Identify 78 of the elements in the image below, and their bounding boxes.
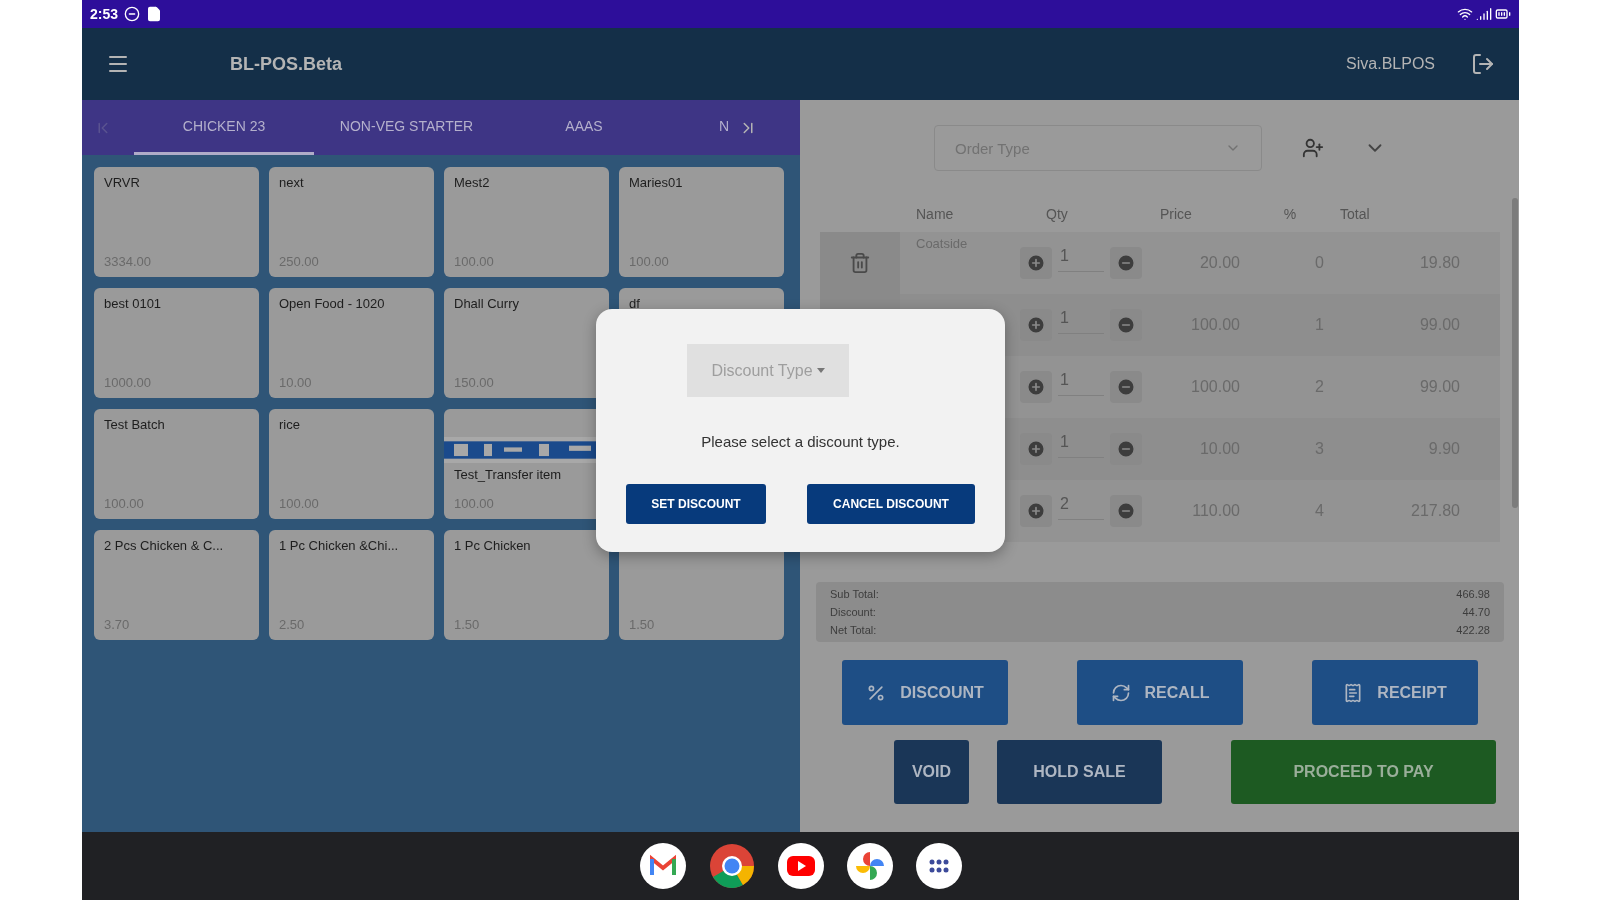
summary-label: Net Total: — [830, 624, 877, 636]
product-name: 1 Pc Chicken — [454, 538, 531, 553]
decrease-button[interactable] — [1110, 309, 1142, 341]
browser-icon[interactable] — [707, 842, 756, 890]
column-header: Name — [915, 206, 955, 222]
receipt-icon — [1343, 682, 1364, 703]
signal-icon — [1476, 6, 1492, 22]
column-header: % — [1282, 206, 1298, 222]
add-customer-icon[interactable] — [1302, 137, 1324, 159]
product-name: Test_Transfer item — [454, 467, 562, 482]
category-tab[interactable]: CHICKEN 23 — [134, 100, 314, 155]
plus-icon — [1026, 253, 1046, 273]
minus-icon — [1116, 377, 1136, 397]
product-name: Open Food - 1020 — [279, 296, 385, 311]
product-name: 1 Pc Chicken &Chi... — [279, 538, 399, 553]
decrease-button[interactable] — [1110, 495, 1142, 527]
summary-value: 44.70 — [1462, 606, 1490, 618]
increase-button[interactable] — [1020, 495, 1052, 527]
decrease-button[interactable] — [1110, 433, 1142, 465]
decrease-button[interactable] — [1110, 247, 1142, 279]
product-name: VRVR — [104, 175, 140, 190]
app-title: BL-POS.Beta — [230, 53, 344, 75]
cancel-discount-button[interactable]: CANCEL DISCOUNT — [807, 484, 975, 524]
product-name: Mest2 — [454, 175, 490, 190]
increase-button[interactable] — [1020, 371, 1052, 403]
minus-icon — [1116, 439, 1136, 459]
minus-icon — [1116, 315, 1136, 335]
caret-icon — [816, 368, 825, 373]
action-button[interactable]: VOID — [894, 740, 969, 804]
play-icon[interactable] — [776, 842, 825, 890]
plus-icon — [1026, 315, 1046, 335]
clock-time: 2:53 — [90, 6, 119, 22]
recall-button[interactable]: RECALL — [1077, 660, 1243, 725]
summary-value: 466.98 — [1456, 588, 1490, 600]
plus-icon — [1026, 501, 1046, 521]
pinwheel-icon[interactable] — [845, 842, 894, 890]
product-name: rice — [279, 417, 300, 432]
plus-icon — [1026, 439, 1046, 459]
product-name: Maries01 — [629, 175, 683, 190]
product-name: Test Batch — [104, 417, 165, 432]
column-header: Price — [1160, 206, 1193, 222]
app-grid-icon[interactable] — [914, 842, 963, 890]
plus-icon — [1026, 377, 1046, 397]
category-tab[interactable]: AAAS — [499, 100, 669, 155]
decrease-button[interactable] — [1110, 371, 1142, 403]
product-name: df — [629, 296, 640, 311]
sd-card-icon — [146, 6, 163, 22]
product-name: next — [279, 175, 304, 190]
set-discount-button[interactable]: SET DISCOUNT — [626, 484, 766, 524]
dialog-message: Please select a discount type. — [701, 433, 900, 450]
increase-button[interactable] — [1020, 247, 1052, 279]
trash-icon[interactable] — [849, 252, 871, 274]
user-name: Siva.BLPOS — [1346, 55, 1435, 73]
summary-value: 422.28 — [1456, 624, 1490, 636]
product-name: best 0101 — [104, 296, 162, 311]
increase-button[interactable] — [1020, 433, 1052, 465]
do-not-disturb-icon — [124, 6, 141, 22]
minus-icon — [1116, 501, 1136, 521]
column-header: Total — [1340, 206, 1371, 222]
scrollbar[interactable] — [1512, 198, 1518, 508]
battery-icon — [1495, 6, 1511, 22]
product-name: 2 Pcs Chicken & C... — [104, 538, 224, 553]
category-tab[interactable]: N — [669, 100, 779, 155]
category-tab[interactable]: NON-VEG STARTER — [314, 100, 499, 155]
summary-label: Discount: — [830, 606, 876, 618]
logout-icon[interactable] — [1471, 52, 1495, 76]
minus-icon — [1116, 253, 1136, 273]
summary-label: Sub Total: — [830, 588, 879, 600]
column-header: Qty — [1045, 206, 1069, 222]
discount-button[interactable]: DISCOUNT — [842, 660, 1008, 725]
action-button[interactable]: PROCEED TO PAY — [1231, 740, 1496, 804]
action-button[interactable]: HOLD SALE — [997, 740, 1162, 804]
refresh-icon — [1110, 682, 1131, 703]
mail-icon[interactable] — [638, 842, 687, 890]
product-name: Dhall Curry — [454, 296, 519, 311]
increase-button[interactable] — [1020, 309, 1052, 341]
receipt-button[interactable]: RECEIPT — [1312, 660, 1478, 725]
wifi-icon — [1457, 6, 1473, 22]
